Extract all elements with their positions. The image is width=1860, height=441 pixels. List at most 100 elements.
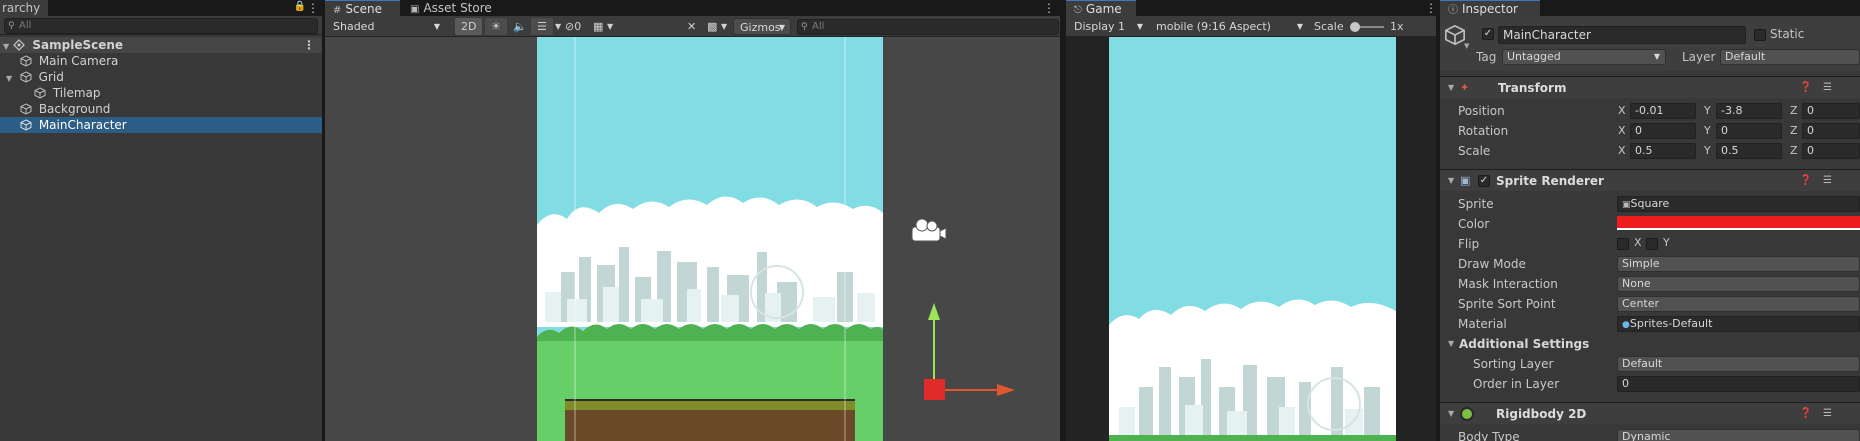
chevron-down-icon: ▼ [1296,22,1303,31]
body-type-dropdown[interactable]: Dynamic [1617,429,1860,441]
expand-arrow-icon[interactable]: ▼ [1448,170,1454,192]
scene-kebab-icon[interactable]: ⋮ [1043,1,1055,15]
grid-snap-dropdown-icon[interactable]: ▼ [607,18,613,35]
position-z-input[interactable]: 0 [1802,103,1860,119]
help-icon[interactable]: ❓ [1800,77,1812,99]
game-kebab-icon[interactable]: ⋮ [1425,1,1436,15]
position-z-value: 0 [1807,104,1814,117]
layer-dropdown[interactable]: Default [1720,49,1860,65]
tools-cross-icon[interactable]: ✕ [687,18,696,35]
aspect-dropdown[interactable]: mobile (9:16 Aspect) ▼ [1150,18,1308,35]
sorting-layer-dropdown[interactable]: Default [1617,356,1860,372]
material-object-field[interactable]: ●Sprites-Default [1617,316,1860,332]
scale-x-label: X [1618,144,1626,157]
tab-asset-store[interactable]: ▣ Asset Store [402,0,502,16]
tab-hierarchy[interactable]: rarchy [0,0,49,16]
mask-interaction-dropdown[interactable]: None [1617,276,1860,292]
settings-sliders-icon[interactable]: ☰ [1823,77,1832,99]
expand-arrow-icon[interactable]: ▼ [1448,77,1454,99]
transform-axes-icon: ✦ [1460,81,1470,94]
rotation-x-label: X [1618,124,1626,137]
scale-slider-handle[interactable] [1350,22,1360,32]
sprite-object-field[interactable]: ▣Square [1617,196,1860,212]
scene-viewport[interactable] [325,37,1060,441]
scene-search-input[interactable]: ⚲ All [797,19,1059,35]
hierarchy-item-tilemap[interactable]: Tilemap [0,85,322,101]
static-checkbox[interactable] [1754,29,1766,41]
rotation-y-input[interactable]: 0 [1716,123,1782,139]
active-checkbox[interactable]: ✓ [1482,28,1494,40]
color-swatch-field[interactable] [1617,216,1860,230]
game-viewport[interactable] [1066,37,1436,441]
panel-divider[interactable] [1060,0,1066,441]
rotation-z-label: Z [1790,124,1798,137]
sorting-layer-value: Default [1622,357,1663,370]
hidden-objects-toggle[interactable]: ⊘0 [565,18,581,35]
display-dropdown[interactable]: Display 1 ▼ [1068,18,1148,35]
hierarchy-scene-row[interactable]: ▼ SampleScene ⋮ [0,37,322,53]
tag-dropdown[interactable]: Untagged ▼ [1502,49,1666,65]
sprite-sort-point-value: Center [1622,297,1660,310]
object-name-input[interactable]: MainCharacter [1498,26,1746,44]
icon-dropdown-icon[interactable]: ▼ [1464,42,1469,50]
tab-inspector[interactable]: ⓘ Inspector [1440,0,1540,16]
panel-divider[interactable] [1436,0,1440,441]
scale-z-input[interactable]: 0 [1802,143,1860,159]
chevron-down-icon: ▼ [1136,22,1143,31]
flip-x-checkbox[interactable] [1617,238,1629,250]
shading-mode-dropdown[interactable]: Shaded ▼ [327,18,445,35]
game-toolbar: Display 1 ▼ mobile (9:16 Aspect) ▼ Scale 1… [1066,16,1436,37]
additional-settings-foldout[interactable]: ▼ Additional Settings [1440,335,1860,353]
tab-game[interactable]: ⎋ Game [1066,0,1136,16]
settings-sliders-icon[interactable]: ☰ [1823,170,1832,192]
hierarchy-tabbar: rarchy 🔒 ⋮ [0,0,322,16]
hierarchy-search-input[interactable]: ⚲ All [4,18,318,34]
order-in-layer-input[interactable]: 0 [1617,376,1860,392]
hierarchy-item-background[interactable]: Background [0,101,322,117]
hierarchy-item-grid[interactable]: ▼ Grid [0,69,322,85]
toggle-2d-button[interactable]: 2D [455,18,483,35]
object-name-value: MainCharacter [1503,28,1591,42]
audio-toggle-icon[interactable]: 🔈 [513,18,527,35]
rigidbody-2d-header[interactable]: ▼ Rigidbody 2D ❓ ☰ [1440,402,1860,424]
sprite-sort-point-dropdown[interactable]: Center [1617,296,1860,312]
effects-toggle-icon[interactable]: ☰ [531,18,553,35]
scale-slider[interactable] [1350,22,1384,32]
help-icon[interactable]: ❓ [1800,403,1812,425]
effects-dropdown-icon[interactable]: ▼ [555,18,561,35]
body-type-label: Body Type [1458,430,1520,441]
sprite-value: Square [1630,197,1670,210]
camera-dropdown-icon[interactable]: ▼ [721,18,727,35]
scale-x-input[interactable]: 0.5 [1630,143,1696,159]
kebab-menu-icon[interactable]: ⋮ [307,1,319,15]
scene-kebab-icon[interactable]: ⋮ [303,37,315,53]
hierarchy-panel: rarchy 🔒 ⋮ ⚲ All ▼ SampleScene ⋮ Main Ca… [0,0,322,441]
lighting-toggle-icon[interactable]: ☀ [485,18,507,35]
help-icon[interactable]: ❓ [1800,170,1812,192]
scale-y-input[interactable]: 0.5 [1716,143,1782,159]
flip-label: Flip [1458,237,1480,251]
flip-y-checkbox[interactable] [1646,238,1658,250]
expand-arrow-icon[interactable]: ▼ [1448,335,1454,353]
hierarchy-item-main-camera[interactable]: Main Camera [0,53,322,69]
draw-mode-dropdown[interactable]: Simple [1617,256,1860,272]
camera-icon[interactable]: ▩ [707,18,717,35]
position-x-input[interactable]: -0.01 [1630,103,1696,119]
tab-scene[interactable]: # Scene [325,0,400,16]
grid-snap-icon[interactable]: ▦ [593,18,603,35]
body-type-value: Dynamic [1622,430,1671,441]
sprite-renderer-enabled-checkbox[interactable]: ✓ [1478,175,1490,187]
transform-header[interactable]: ▼ ✦ Transform ❓ ☰ [1440,76,1860,98]
hierarchy-item-main-character[interactable]: MainCharacter [0,117,322,133]
gizmos-dropdown[interactable]: Gizmos ▼ [733,18,791,35]
lock-icon[interactable]: 🔒 [294,1,306,12]
rotation-x-input[interactable]: 0 [1630,123,1696,139]
tab-game-label: Game [1085,2,1122,16]
gameobject-cube-icon [1445,24,1465,46]
position-y-input[interactable]: -3.8 [1716,103,1782,119]
rotation-z-input[interactable]: 0 [1802,123,1860,139]
settings-sliders-icon[interactable]: ☰ [1823,403,1832,425]
panel-divider[interactable] [322,0,325,441]
sprite-renderer-header[interactable]: ▼ ▣ ✓ Sprite Renderer ❓ ☰ [1440,169,1860,191]
expand-arrow-icon[interactable]: ▼ [1448,403,1454,425]
